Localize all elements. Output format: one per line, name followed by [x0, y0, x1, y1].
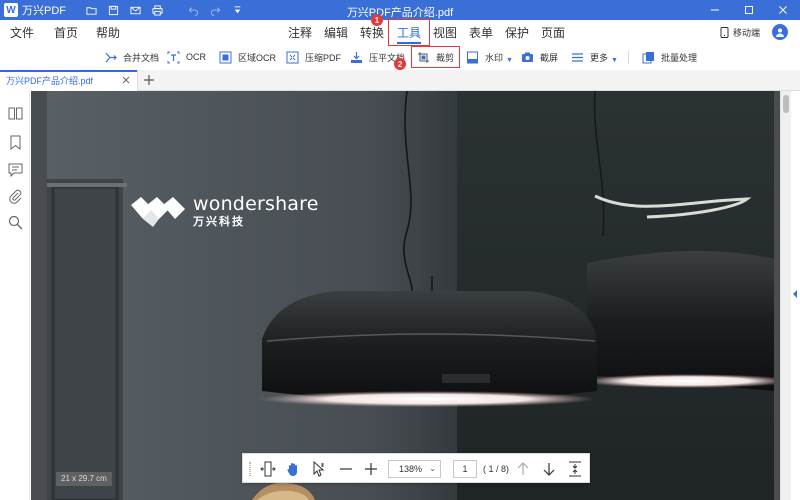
brand-name: wondershare — [193, 193, 319, 215]
compress-icon — [286, 51, 299, 63]
merge-icon — [105, 52, 117, 62]
maximize-button[interactable] — [732, 0, 766, 20]
close-icon[interactable] — [121, 75, 131, 85]
crop-button-highlight — [411, 46, 460, 68]
merge-button[interactable]: 合并文档 — [104, 48, 159, 66]
watermark-label: 水印 — [485, 52, 504, 63]
compress-button[interactable]: 压缩PDF — [286, 48, 341, 66]
vertical-scrollbar[interactable] — [780, 91, 791, 500]
redo-icon[interactable] — [204, 0, 226, 20]
comment-icon[interactable] — [8, 162, 23, 178]
phone-icon — [720, 27, 729, 38]
menu-convert[interactable]: 转换 — [360, 24, 384, 42]
menu-file[interactable]: 文件 — [10, 24, 34, 42]
fit-page-icon[interactable] — [567, 461, 583, 477]
menu-annotate[interactable]: 注释 — [288, 24, 312, 42]
wondershare-logo: wondershare 万兴科技 — [131, 195, 319, 229]
more-label: 更多 — [590, 52, 609, 63]
menu-protect[interactable]: 保护 — [505, 24, 529, 42]
print-icon[interactable] — [146, 0, 168, 20]
user-icon — [776, 28, 784, 37]
zoom-select[interactable]: 138% ⌄ — [388, 460, 441, 478]
document-tab-label: 万兴PDF产品介绍.pdf — [6, 76, 94, 86]
menu-view[interactable]: 视图 — [433, 24, 457, 42]
tab-strip: 万兴PDF产品介绍.pdf — [0, 70, 800, 91]
save-icon[interactable] — [102, 0, 124, 20]
batch-label: 批量处理 — [661, 52, 698, 63]
ocr-icon — [167, 51, 180, 63]
document-tab[interactable]: 万兴PDF产品介绍.pdf — [0, 70, 138, 91]
zoom-out-icon[interactable] — [338, 461, 354, 477]
minimize-button[interactable] — [698, 0, 732, 20]
tools-menu-highlight — [388, 18, 430, 46]
step-badge-2: 2 — [394, 58, 406, 70]
watermark-button[interactable]: 水印 ▼ — [466, 48, 513, 66]
user-avatar[interactable] — [772, 24, 788, 40]
left-sidebar — [0, 91, 30, 500]
scrollbar-thumb[interactable] — [783, 95, 789, 113]
chevron-down-icon: ⌄ — [429, 464, 436, 473]
area-ocr-button[interactable]: 区域OCR — [219, 48, 276, 66]
attachment-icon[interactable] — [8, 189, 23, 204]
batch-button[interactable]: 批量处理 — [642, 48, 697, 66]
current-page: 1 — [462, 464, 468, 474]
select-cursor-icon[interactable] — [311, 460, 327, 477]
search-icon[interactable] — [8, 215, 23, 230]
more-icon — [572, 52, 583, 62]
new-tab-icon[interactable] — [142, 73, 156, 87]
close-button[interactable] — [766, 0, 800, 20]
ocr-label: OCR — [186, 52, 206, 62]
menu-form[interactable]: 表单 — [469, 24, 493, 42]
screenshot-button[interactable]: 截屏 — [521, 48, 558, 66]
screenshot-icon — [522, 52, 533, 62]
next-page-icon[interactable] — [541, 461, 557, 477]
hand-icon[interactable] — [285, 461, 301, 477]
brand-subtitle: 万兴科技 — [193, 216, 245, 228]
fit-width-icon[interactable] — [260, 461, 276, 477]
watermark-dropdown-icon[interactable]: ▼ — [506, 57, 513, 64]
app-name: 万兴PDF — [22, 5, 66, 17]
undo-icon[interactable] — [182, 0, 204, 20]
area-ocr-label: 区域OCR — [238, 52, 276, 63]
expand-right-panel-icon[interactable] — [793, 290, 797, 298]
mail-icon[interactable] — [124, 0, 146, 20]
menu-help[interactable]: 帮助 — [96, 24, 120, 42]
page-size-label: 21 x 29.7 cm — [56, 472, 112, 486]
page-count: ( 1 / 8) — [483, 464, 510, 474]
screenshot-label: 截屏 — [540, 52, 559, 63]
bookmark-icon[interactable] — [8, 135, 23, 151]
mobile-label: 移动端 — [732, 28, 760, 38]
menu-edit[interactable]: 编辑 — [324, 24, 348, 42]
document-canvas[interactable]: wondershare 万兴科技 — [31, 91, 791, 500]
area-ocr-icon — [219, 51, 232, 63]
more-dropdown-icon[interactable]: ▼ — [611, 57, 618, 64]
merge-label: 合并文档 — [123, 52, 160, 63]
page-photo — [47, 91, 774, 500]
app-logo-icon: W — [4, 3, 18, 17]
title-bar: W 万兴PDF 万兴PDF产品介绍.pdf — [0, 0, 800, 20]
mobile-link[interactable]: 移动端 — [720, 26, 760, 39]
folder-icon[interactable] — [80, 0, 102, 20]
wondershare-mark-icon — [131, 197, 185, 227]
step-badge-1: 1 — [371, 14, 383, 26]
customize-icon[interactable] — [226, 0, 248, 20]
watermark-icon — [467, 51, 478, 63]
batch-icon — [642, 51, 654, 63]
ocr-button[interactable]: OCR — [167, 48, 206, 66]
flatten-icon — [351, 51, 362, 63]
toolbar-grip[interactable] — [249, 462, 251, 476]
bottom-toolbar: 138% ⌄ 1 ( 1 / 8) — [242, 453, 590, 483]
pdf-page — [47, 91, 774, 500]
compress-label: 压缩PDF — [305, 52, 342, 63]
menu-home[interactable]: 首页 — [54, 24, 78, 42]
previous-page-icon[interactable] — [515, 461, 531, 477]
toolbar-divider — [628, 50, 629, 64]
zoom-value: 138% — [399, 464, 423, 474]
page-number-input[interactable]: 1 — [453, 460, 477, 478]
menu-page[interactable]: 页面 — [541, 24, 565, 42]
zoom-in-icon[interactable] — [363, 461, 379, 477]
more-button[interactable]: 更多 ▼ — [571, 48, 618, 66]
thumbnails-icon[interactable] — [8, 106, 23, 121]
